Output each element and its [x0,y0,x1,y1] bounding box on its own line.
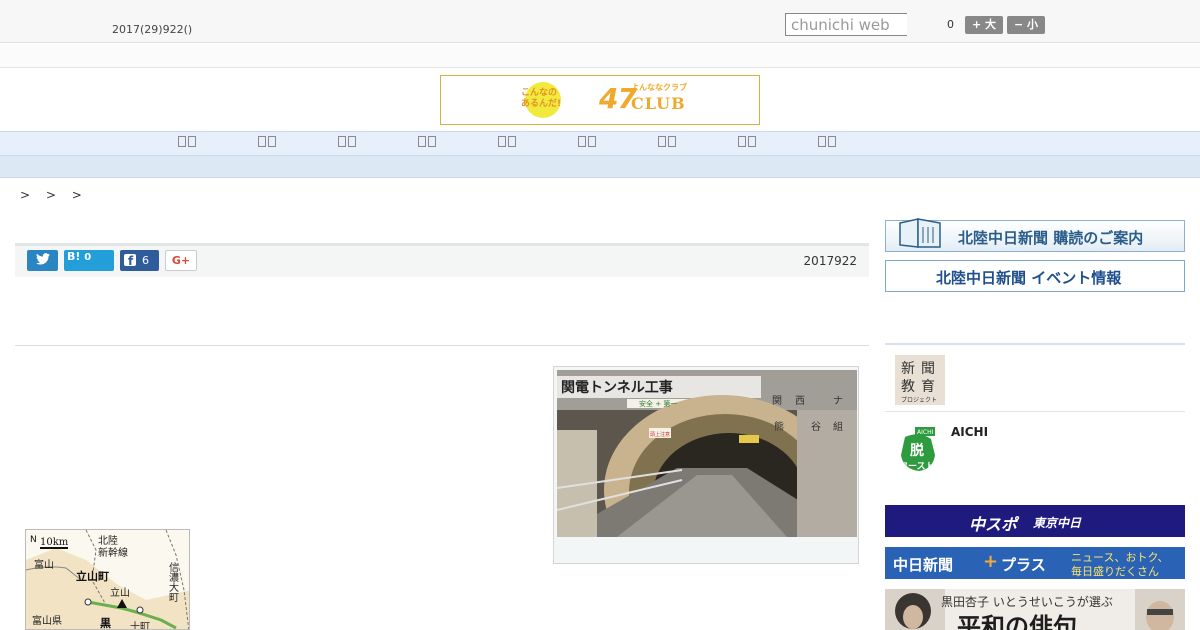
banner-tagline-line1: こんなの [521,88,558,98]
banner-tagline-line2: あるんだ! [521,99,562,109]
map-label-2: 新幹線 [98,546,128,559]
nav-item-8[interactable] [732,136,762,150]
plus-ad-tagline-2: 毎日盛りだくさん [1071,565,1159,578]
hatena-count: 0 [84,252,92,263]
svg-text:教: 教 [901,379,915,395]
map-label-1: 北陸 [98,534,118,547]
route-map-image: N 10km 北陸 新幹線 富山 立山町 立山 信濃大町 富山県 黒 十町 [26,530,189,630]
svg-text:プロジェクト: プロジェクト [901,397,937,404]
map-label-9: 十町 [130,620,150,630]
article-divider [15,345,869,346]
nav-item-7[interactable] [652,136,682,150]
plus-ad-name: 中日新聞 [893,556,954,574]
nav-item-1[interactable] [172,136,202,150]
photo-side-kanji-3: ナ [833,395,843,407]
nav-item-2[interactable] [252,136,282,150]
map-label-3: 富山 [34,558,54,571]
google-plus-share-button[interactable]: G+ [165,250,197,271]
article-share-bar: B! 0 6 G+ 2017922 [15,243,869,277]
photo-sign-safety: 安全 + 第一 [639,399,677,408]
nav-item-3[interactable] [332,136,362,150]
book-icon [899,218,941,248]
hatena-icon: B! [67,250,81,263]
chuspo-logo-text: 中スポ [969,515,1018,534]
banner-brand-kana: よんななクラブ [631,83,687,92]
header-band [0,44,1200,68]
header-date: 2017(29)922() [112,23,193,36]
tokyo-chunichi-logo-text: 東京中日 [1033,516,1082,530]
article-photo-frame: 関電トンネル工事 安全 + 第一 頭上注意 関 西 ナ 熊 谷 組 [553,366,859,564]
svg-text:新: 新 [901,361,915,377]
plus-ad-word: プラス [1001,556,1046,574]
photo-side-kanji-5: 谷 [811,421,821,433]
nav-item-4[interactable] [412,136,442,150]
svg-text:育: 育 [921,379,935,395]
club47-banner[interactable]: こんなの あるんだ! 47 よんななクラブ CLUB [440,75,760,125]
main-nav [0,131,1200,156]
aichi-project-icon: AICHI 脱 ワースト [899,427,935,472]
counter: 0 [947,18,954,31]
search-input[interactable] [785,13,907,36]
map-scale: 10km [40,537,69,548]
photo-side-kanji-1: 関 [772,395,782,407]
route-map[interactable]: N 10km 北陸 新幹線 富山 立山町 立山 信濃大町 富山県 黒 十町 [25,529,190,630]
photo-side-kanji-6: 組 [833,420,843,433]
author-portrait-image-2 [1135,589,1185,630]
twitter-share-button[interactable] [27,250,58,271]
nav-item-9[interactable] [812,136,842,150]
haiku-ad-title: 平和の俳句 [957,612,1077,630]
subscribe-label: 北陸中日新聞 購読のご案内 [958,229,1144,247]
font-size-increase-button[interactable]: + 大 [965,16,1003,34]
banner-tagline: こんなの あるんだ! [521,88,561,110]
event-label: 北陸中日新聞 イベント情報 [936,269,1122,287]
map-north: N [30,535,37,545]
nav-item-6[interactable] [572,136,602,150]
education-project-icon: 新 聞 教 育 プロジェクト [895,355,945,405]
facebook-share-button[interactable]: 6 [120,250,159,272]
banner-brand-word: CLUB [631,94,686,113]
map-label-4: 立山町 [76,569,109,583]
article-date: 2017922 [803,254,857,268]
author-portrait-image [885,589,945,630]
sub-nav [0,156,1200,178]
chunichi-plus-ad-banner[interactable]: 中日新聞 + プラス ニュース、おトク、 毎日盛りだくさん [885,547,1185,579]
map-label-8: 黒 [100,617,111,630]
map-label-5: 立山 [110,586,130,599]
map-label-6: 信濃大町 [167,562,179,602]
list-item-education[interactable]: 新 聞 教 育 プロジェクト [885,345,1185,412]
list-item-aichi[interactable]: AICHI 脱 ワースト AICHI [885,417,1185,484]
nav-item-5[interactable] [492,136,522,150]
chuspo-ad-banner[interactable]: 中スポ 東京中日 [885,505,1185,537]
peace-haiku-ad-banner[interactable]: 黒田杏子 いとうせいこうが選ぶ 平和の俳句 [885,589,1185,630]
sidebar-project-list: 新 聞 教 育 プロジェクト AICHI 脱 ワースト AICHI [885,343,1185,480]
aichi-label: AICHI [951,425,989,439]
subscribe-banner[interactable]: 北陸中日新聞 購読のご案内 [885,218,1185,252]
breadcrumb[interactable]: > > > [20,188,88,202]
photo-sign-text: 関電トンネル工事 [561,379,673,396]
tunnel-photo-image: 関電トンネル工事 安全 + 第一 頭上注意 関 西 ナ 熊 谷 組 [557,370,857,537]
facebook-count: 6 [142,254,149,267]
plus-icon: + [983,551,999,572]
svg-text:ワースト: ワースト [899,461,935,472]
svg-text:聞: 聞 [921,361,935,377]
tunnel-photo[interactable]: 関電トンネル工事 安全 + 第一 頭上注意 関 西 ナ 熊 谷 組 [557,370,857,537]
facebook-icon [124,251,136,272]
twitter-bird-icon [35,253,50,265]
photo-side-kanji-2: 西 [795,396,805,407]
event-info-banner[interactable]: 北陸中日新聞 イベント情報 [885,260,1185,292]
photo-side-kanji-4: 熊 [774,420,784,433]
top-utility-bar: 2017(29)922() 0 + 大 − 小 [0,0,1200,43]
hatena-bookmark-button[interactable]: B! 0 [64,250,114,271]
map-label-7: 富山県 [32,614,62,627]
font-size-decrease-button[interactable]: − 小 [1007,16,1045,34]
svg-text:脱: 脱 [910,442,924,459]
photo-small-sign: 頭上注意 [650,431,670,438]
